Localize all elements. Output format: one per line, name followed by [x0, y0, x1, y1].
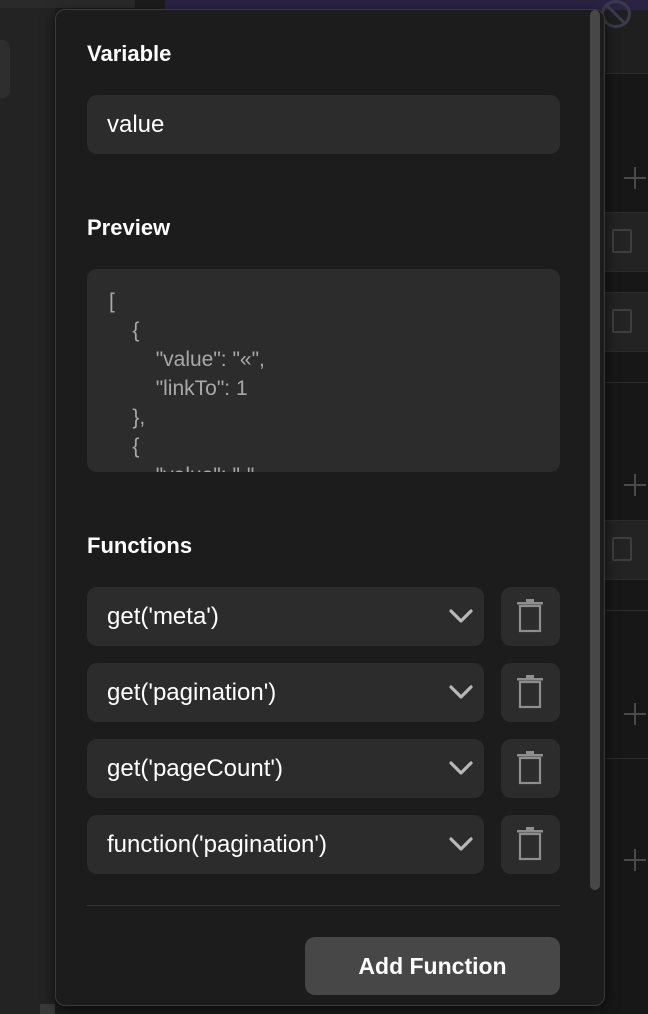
background-separator: [600, 382, 648, 383]
preview-box[interactable]: [ { "value": "«", "linkTo": 1 }, { "valu…: [87, 269, 560, 472]
plus-icon[interactable]: [624, 474, 646, 496]
left-canvas-topbar: [0, 0, 135, 8]
plus-icon[interactable]: [624, 167, 646, 189]
preview-code: [ { "value": "«", "linkTo": 1 }, { "valu…: [109, 290, 265, 472]
chevron-down-icon: [449, 761, 473, 775]
delete-function-button[interactable]: [501, 587, 560, 646]
ban-icon[interactable]: [601, 0, 631, 28]
plus-icon[interactable]: [624, 849, 646, 871]
function-select-label: get('meta'): [107, 603, 219, 630]
preview-heading: Preview: [87, 215, 171, 240]
variable-editor-panel: Variable value Preview [ { "value": "«",…: [55, 9, 605, 1006]
trash-icon[interactable]: [612, 309, 632, 333]
trash-icon[interactable]: [612, 537, 632, 561]
function-select[interactable]: function('pagination'): [87, 815, 484, 874]
trash-icon[interactable]: [612, 229, 632, 253]
add-function-button[interactable]: Add Function: [305, 937, 560, 995]
function-select-label: get('pagination'): [107, 679, 277, 706]
trash-icon: [517, 675, 543, 709]
variable-heading: Variable: [87, 41, 172, 66]
variable-input[interactable]: value: [87, 95, 560, 154]
left-canvas-handle: [0, 40, 10, 98]
function-select-label: function('pagination'): [107, 831, 327, 858]
function-select-label: get('pageCount'): [107, 755, 283, 782]
function-select[interactable]: get('meta'): [87, 587, 484, 646]
delete-function-button[interactable]: [501, 739, 560, 798]
chevron-down-icon: [449, 837, 473, 851]
plus-icon[interactable]: [624, 703, 646, 725]
background-separator: [600, 610, 648, 611]
trash-icon: [517, 827, 543, 861]
trash-icon: [517, 751, 543, 785]
trash-icon: [517, 599, 543, 633]
chevron-down-icon: [449, 609, 473, 623]
delete-function-button[interactable]: [501, 663, 560, 722]
scrollbar-track[interactable]: [589, 10, 603, 1005]
left-canvas-area: [0, 0, 55, 1014]
function-select[interactable]: get('pagination'): [87, 663, 484, 722]
background-separator: [600, 758, 648, 759]
app-canvas: Variable value Preview [ { "value": "«",…: [0, 0, 648, 1014]
left-canvas-corner: [40, 1004, 55, 1014]
functions-heading: Functions: [87, 533, 193, 558]
scrollbar-thumb[interactable]: [590, 10, 600, 890]
chevron-down-icon: [449, 685, 473, 699]
delete-function-button[interactable]: [501, 815, 560, 874]
function-select[interactable]: get('pageCount'): [87, 739, 484, 798]
footer-divider: [87, 905, 560, 906]
